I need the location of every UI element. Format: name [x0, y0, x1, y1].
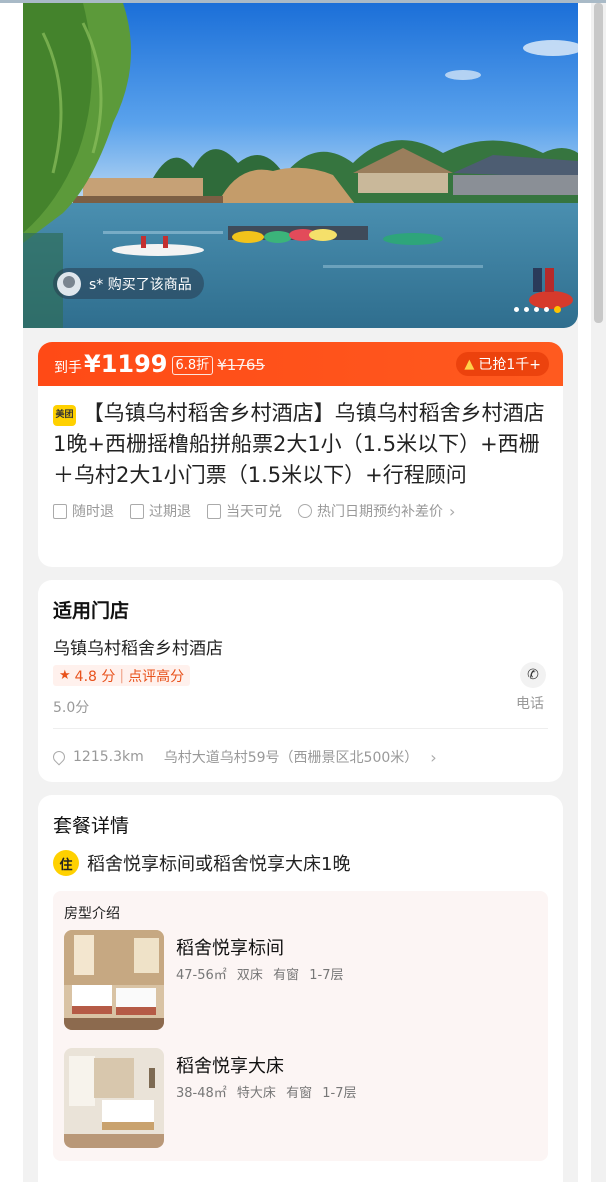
rating-separator: |	[119, 667, 125, 684]
room-meta: 47-56㎡ 双床 有窗 1-7层	[176, 964, 349, 983]
flame-icon: ▲	[464, 356, 475, 372]
calendar-check-icon	[207, 503, 221, 519]
chevron-right-icon[interactable]: ›	[449, 502, 455, 521]
package-details-card: 套餐详情 住 稻舍悦享标间或稻舍悦享大床1晚 房型介绍 稻舍悦享标间 47-56…	[38, 795, 563, 1182]
price-bar: 到手 ¥1199 6.8折 ¥1765 ▲ 已抢1千+	[38, 342, 563, 386]
recent-buyer-pill: s* 购买了该商品	[53, 268, 204, 299]
stay-text: 稻舍悦享标间或稻舍悦享大床1晚	[87, 854, 351, 875]
document-icon	[53, 503, 67, 519]
document-icon	[130, 503, 144, 519]
rating-tag: 点评高分	[128, 668, 185, 685]
carousel-dot-active[interactable]	[554, 306, 561, 313]
room-photo[interactable]	[64, 930, 164, 1030]
room-floor: 1-7层	[309, 968, 344, 983]
stay-badge-icon: 住	[53, 850, 79, 876]
carousel-indicator	[514, 306, 561, 313]
room-type-panel: 房型介绍 稻舍悦享标间 47-56㎡ 双床 有窗 1-7层 稻舍悦享大床 38-…	[53, 891, 548, 1161]
room-area: 47-56㎡	[176, 968, 227, 983]
policy-item: 当天可兑	[207, 501, 282, 521]
yuan-icon	[298, 504, 312, 518]
call-button[interactable]: ✆	[518, 662, 548, 688]
policy-item: 随时退	[53, 501, 114, 521]
room-item[interactable]: 稻舍悦享标间 47-56㎡ 双床 有窗 1-7层	[64, 930, 544, 1030]
meituan-logo-icon: 美团	[53, 405, 76, 426]
policy-item: 热门日期预约补差价	[298, 501, 443, 521]
store-card: 适用门店 乌镇乌村稻舍乡村酒店 ★ 4.8 分 | 点评高分 5.0分 ✆ 电话…	[38, 580, 563, 782]
room-name: 稻舍悦享大床	[176, 1056, 284, 1077]
policy-row[interactable]: 随时退 过期退 当天可兑 热门日期预约补差价 ›	[38, 491, 563, 521]
divider	[53, 728, 548, 729]
policy-label: 当天可兑	[226, 504, 282, 520]
sold-count: 已抢1千+	[478, 357, 541, 373]
policy-label: 过期退	[149, 504, 191, 520]
carousel-dot[interactable]	[534, 307, 539, 312]
chevron-right-icon: ›	[430, 747, 437, 767]
room-window: 有窗	[273, 968, 300, 983]
policy-label: 随时退	[72, 504, 114, 520]
product-title: 美团 【乌镇乌村稻舍乡村酒店】乌镇乌村稻舍乡村酒店1晚+西栅摇橹船拼船票2大1小…	[38, 386, 563, 491]
room-photo[interactable]	[64, 1048, 164, 1148]
carousel-dot[interactable]	[524, 307, 529, 312]
store-distance: 1215.3km	[73, 749, 144, 765]
room-bed: 双床	[236, 968, 263, 983]
room-floor: 1-7层	[322, 1086, 357, 1101]
scrollbar-thumb[interactable]	[594, 3, 603, 323]
sold-count-pill: ▲ 已抢1千+	[456, 352, 549, 376]
room-meta: 38-48㎡ 特大床 有窗 1-7层	[176, 1082, 362, 1101]
address-row[interactable]: 1215.3km 乌村大道乌村59号（西栅景区北500米） ›	[50, 747, 437, 767]
store-address: 乌村大道乌村59号（西栅景区北500米）	[163, 750, 419, 766]
price-value: ¥1199	[84, 350, 168, 378]
room-window: 有窗	[286, 1086, 313, 1101]
discount-badge: 6.8折	[171, 355, 214, 375]
carousel-dot[interactable]	[514, 307, 519, 312]
product-summary-card: 到手 ¥1199 6.8折 ¥1765 ▲ 已抢1千+ 美团 【乌镇乌村稻舍乡村…	[38, 342, 563, 567]
phone-icon: ✆	[520, 662, 546, 688]
policy-item: 过期退	[130, 501, 191, 521]
stay-row: 住 稻舍悦享标间或稻舍悦享大床1晚	[53, 850, 350, 876]
carousel-dot[interactable]	[544, 307, 549, 312]
room-area: 38-48㎡	[176, 1086, 227, 1101]
location-pin-icon	[50, 748, 68, 766]
store-section-title: 适用门店	[53, 600, 130, 622]
buyer-text: s* 购买了该商品	[89, 276, 192, 293]
store-score: 5.0分	[53, 700, 90, 716]
store-name[interactable]: 乌镇乌村稻舍乡村酒店	[53, 634, 223, 659]
star-icon: ★	[59, 668, 71, 683]
left-gutter	[0, 3, 23, 1182]
rating-value: 4.8 分	[74, 668, 116, 685]
rating-badge: ★ 4.8 分 | 点评高分	[53, 665, 191, 686]
price-prefix: 到手	[54, 360, 82, 376]
policy-label: 热门日期预约补差价	[317, 504, 443, 520]
room-item[interactable]: 稻舍悦享大床 38-48㎡ 特大床 有窗 1-7层	[64, 1048, 544, 1148]
product-title-text: 【乌镇乌村稻舍乡村酒店】乌镇乌村稻舍乡村酒店1晚+西栅摇橹船拼船票2大1小（1.…	[53, 401, 545, 487]
room-panel-title: 房型介绍	[64, 906, 120, 922]
call-label[interactable]: 电话	[516, 693, 544, 713]
room-name: 稻舍悦享标间	[176, 938, 284, 959]
buyer-avatar	[57, 271, 81, 296]
package-section-title: 套餐详情	[53, 815, 130, 837]
room-bed: 特大床	[236, 1086, 276, 1101]
page-container: s* 购买了该商品 到手 ¥1199 6.8折 ¥1765 ▲ 已抢1千+ 美团…	[23, 3, 578, 1182]
original-price: ¥1765	[217, 356, 265, 374]
hero-carousel[interactable]: s* 购买了该商品	[23, 3, 578, 328]
